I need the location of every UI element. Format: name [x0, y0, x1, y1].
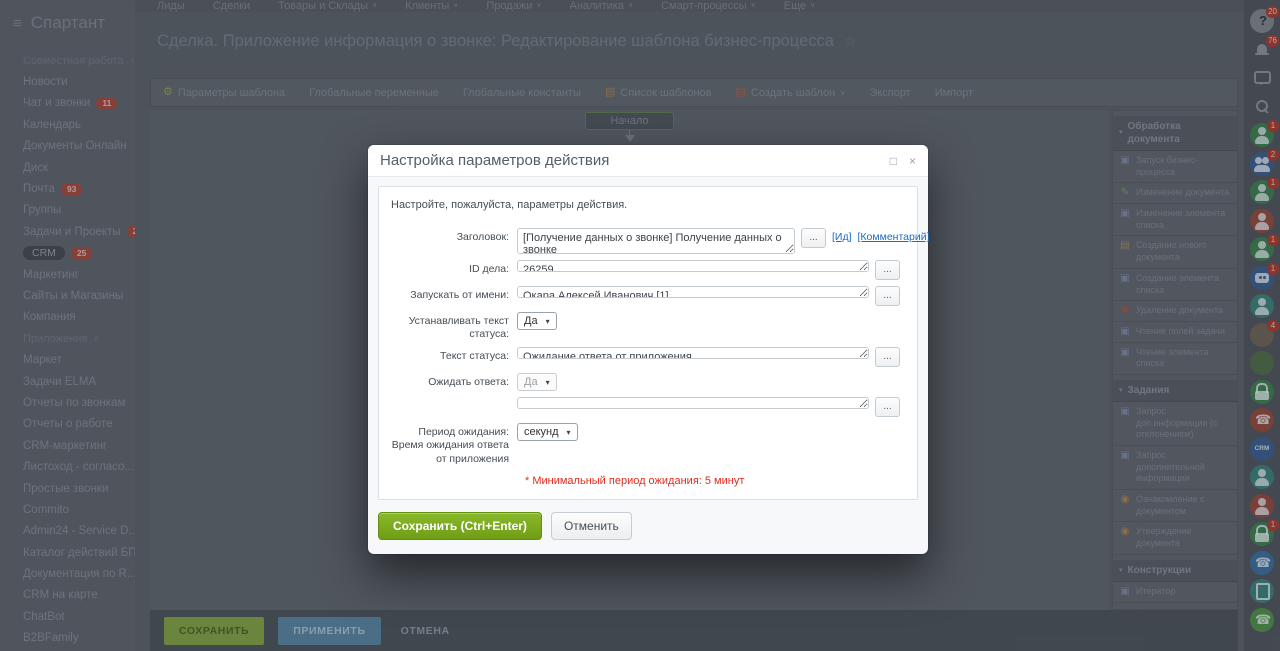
period-label: Период ожидания: Время ожидания ответа о… [391, 423, 517, 465]
chevron-down-icon: ▾ [566, 427, 571, 437]
chevron-down-icon: ▾ [545, 316, 550, 326]
extra-label [391, 397, 517, 400]
field-row-status-text: Текст статуса: Ожидание ответа от прилож… [391, 347, 905, 368]
field-row-extra: ... [391, 397, 905, 418]
period-unit-select[interactable]: секунд ▾ [517, 423, 578, 442]
modal-form-panel: Настройте, пожалуйста, параметры действи… [378, 186, 929, 500]
id-label: ID дела: [469, 263, 509, 275]
modal-save-button[interactable]: Сохранить (Ctrl+Enter) [378, 511, 542, 540]
modal-cancel-button[interactable]: Отменить [550, 511, 632, 540]
period-label-line2: Время ожидания ответа от приложения [391, 439, 509, 465]
field-row-wait-reply: Ожидать ответа: Да ▾ [391, 373, 905, 392]
period-unit-value: секунд [524, 426, 559, 439]
id-more-button[interactable]: ... [875, 260, 900, 280]
min-period-warning: * Минимальный период ожидания: 5 минут [525, 474, 745, 487]
wait-reply-label: Ожидать ответа: [428, 376, 509, 389]
status-text-more-button[interactable]: ... [875, 347, 900, 368]
maximize-icon[interactable]: □ [890, 155, 897, 167]
wait-reply-value: Да [524, 376, 538, 389]
extra-textarea[interactable] [517, 397, 869, 410]
period-label-line1: Период ожидания: [418, 426, 509, 439]
run-as-textarea[interactable]: Окара Алексей Иванович [1] [517, 286, 869, 298]
status-text-textarea[interactable]: Ожидание ответа от приложения [517, 347, 869, 360]
wait-reply-select: Да ▾ [517, 373, 557, 392]
status-text-label: Текст статуса: [440, 350, 509, 363]
modal-title: Настройка параметров действия [380, 152, 610, 169]
set-status-select[interactable]: Да ▾ [517, 312, 557, 330]
comment-link[interactable]: [Комментарий] [858, 231, 930, 243]
id-link[interactable]: [Ид] [832, 231, 852, 243]
title-label: Заголовок: [456, 231, 509, 243]
field-row-id: ID дела: 26259 ... [391, 260, 905, 280]
field-row-set-status: Устанавливать текст статуса: Да ▾ [391, 312, 905, 341]
chevron-down-icon: ▾ [545, 377, 550, 387]
modal-body: Настройте, пожалуйста, параметры действи… [368, 177, 929, 504]
title-textarea[interactable]: [Получение данных о звонке] Получение да… [517, 228, 795, 254]
modal-titlebar: Настройка параметров действия □ × [368, 145, 928, 177]
run-as-more-button[interactable]: ... [875, 286, 900, 306]
action-settings-modal: Настройка параметров действия □ × Настро… [368, 145, 929, 554]
set-status-value: Да [524, 315, 538, 327]
id-textarea[interactable]: 26259 [517, 260, 869, 272]
set-status-label: Устанавливать текст статуса: [408, 315, 509, 341]
app-window: ≡ Спартант Совместная работа ∧ Новости Ч [0, 0, 1280, 651]
modal-message: Настройте, пожалуйста, параметры действи… [391, 199, 628, 211]
field-row-run-as: Запускать от имени: Окара Алексей Иванов… [391, 286, 905, 306]
extra-more-button[interactable]: ... [875, 397, 900, 418]
run-as-label: Запускать от имени: [410, 289, 509, 301]
close-icon[interactable]: × [909, 155, 916, 167]
field-row-title: Заголовок: [Получение данных о звонке] П… [391, 228, 929, 254]
title-more-button[interactable]: ... [801, 228, 826, 248]
modal-footer: Сохранить (Ctrl+Enter) Отменить [368, 504, 928, 554]
field-row-period: Период ожидания: Время ожидания ответа о… [391, 423, 905, 465]
